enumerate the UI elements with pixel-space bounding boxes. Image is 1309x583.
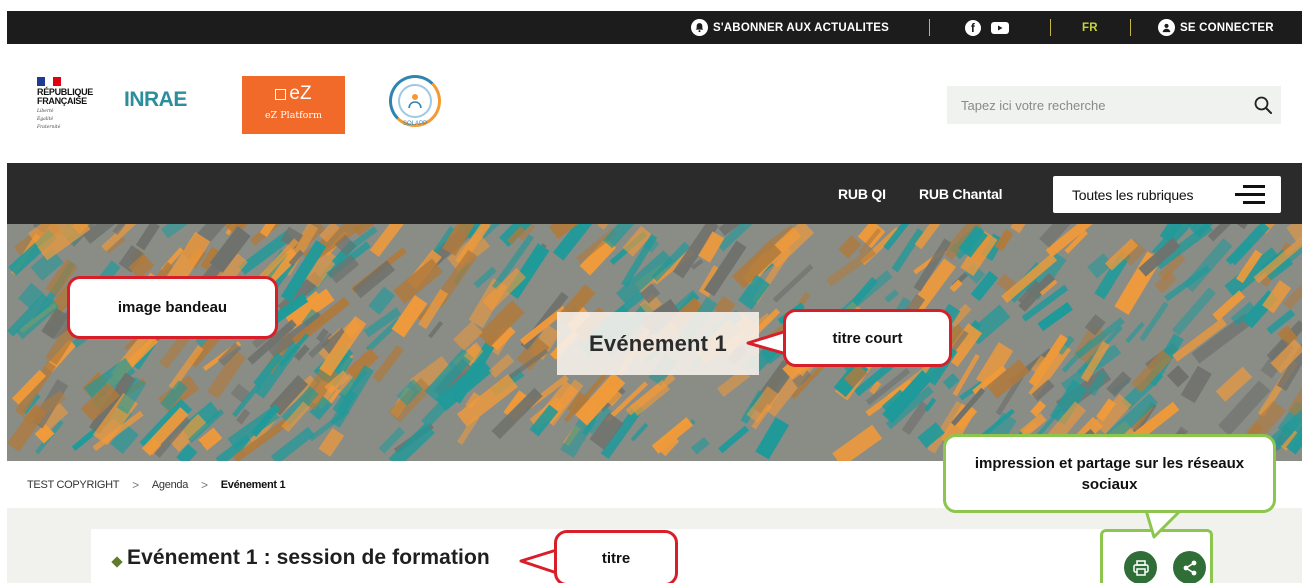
republique-francaise-logo[interactable]: RÉPUBLIQUE FRANÇAISE Liberté Égalité Fra…: [37, 77, 107, 130]
search-input[interactable]: [947, 86, 1243, 124]
subscribe-news-link[interactable]: S'ABONNER AUX ACTUALITES: [691, 11, 889, 44]
callout-short-title: titre court: [783, 309, 952, 367]
callout-share: impression et partage sur les réseaux so…: [943, 434, 1276, 513]
nav-item-rub-chantal[interactable]: RUB Chantal: [919, 163, 1003, 224]
chevron-right-icon: >: [132, 477, 139, 492]
solapp-logo[interactable]: SOLAPP: [387, 75, 443, 127]
ez-square-icon: [275, 88, 287, 100]
short-title: Evénement 1: [557, 312, 759, 375]
ez-logo-title: eZ: [242, 83, 345, 105]
callout-text: image bandeau: [117, 299, 228, 316]
ez-platform-logo[interactable]: eZ eZ Platform: [242, 76, 345, 134]
callout-text: titre court: [832, 329, 903, 347]
ez-logo-subtitle: eZ Platform: [265, 110, 322, 121]
facebook-icon: f: [965, 19, 981, 36]
divider: [1050, 19, 1051, 36]
callout-text: impression et partage sur les réseaux so…: [974, 454, 1245, 493]
login-label: SE CONNECTER: [1180, 21, 1274, 34]
person-icon: [398, 84, 432, 118]
print-button[interactable]: [1124, 551, 1157, 583]
solapp-logo-text: SOLAPP: [402, 121, 427, 127]
callout-title: titre: [554, 530, 678, 583]
gov-logo-motto: Fraternité: [37, 125, 61, 130]
site-header: RÉPUBLIQUE FRANÇAISE Liberté Égalité Fra…: [7, 44, 1302, 163]
search-box: [947, 86, 1281, 124]
youtube-icon: [991, 21, 1009, 34]
main-nav: RUB QI RUB Chantal Toutes les rubriques: [7, 163, 1302, 224]
printer-icon: [1132, 559, 1149, 576]
callout-text: titre: [601, 549, 631, 567]
hamburger-menu-icon: [1235, 185, 1265, 205]
breadcrumb-item-home[interactable]: TEST COPYRIGHT: [27, 479, 119, 491]
gov-logo-line: FRANÇAISE: [37, 96, 87, 106]
inrae-logo[interactable]: INRAE: [124, 88, 187, 112]
callout-banner-image: image bandeau: [67, 276, 278, 339]
breadcrumb-item-current: Evénement 1: [220, 478, 286, 491]
share-button[interactable]: [1173, 551, 1206, 583]
search-icon[interactable]: [1253, 95, 1273, 120]
solapp-ring-icon: [389, 75, 441, 127]
divider: [1130, 19, 1131, 36]
breadcrumb-item-agenda[interactable]: Agenda: [152, 479, 188, 491]
chevron-right-icon: >: [201, 477, 208, 492]
subscribe-news-label: S'ABONNER AUX ACTUALITES: [713, 21, 889, 34]
gov-logo-motto: Liberté: [37, 109, 54, 114]
all-sections-button[interactable]: Toutes les rubriques: [1053, 176, 1281, 213]
page-title: Evénement 1 : session de formation: [127, 546, 490, 569]
user-icon: [1158, 19, 1175, 36]
banner-image: Evénement 1: [7, 224, 1302, 461]
share-icon: [1183, 560, 1196, 575]
french-flag-icon: [37, 77, 61, 86]
top-utility-bar: S'ABONNER AUX ACTUALITES f FR SE CONNECT…: [7, 11, 1302, 44]
language-selector[interactable]: FR: [1082, 11, 1098, 44]
divider: [929, 19, 930, 36]
login-link[interactable]: SE CONNECTER: [1158, 11, 1274, 44]
bell-icon: [691, 19, 708, 36]
ez-logo-text: eZ: [289, 83, 312, 104]
all-sections-label: Toutes les rubriques: [1072, 186, 1194, 203]
youtube-link[interactable]: [991, 11, 1009, 44]
facebook-link[interactable]: f: [965, 11, 981, 44]
gov-logo-motto: Égalité: [37, 117, 54, 122]
nav-item-rub-qi[interactable]: RUB QI: [838, 163, 886, 224]
